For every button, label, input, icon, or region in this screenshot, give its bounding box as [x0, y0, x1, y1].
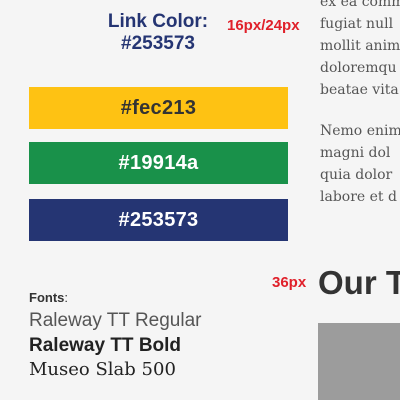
- body-line: Nemo enim: [320, 123, 400, 139]
- body-line: quia dolor: [320, 167, 393, 183]
- fonts-label: Fonts:: [29, 290, 68, 305]
- swatch-blue-label: #253573: [118, 208, 199, 231]
- body-line: labore et d: [320, 189, 397, 205]
- link-size-note: 16px/24px: [227, 17, 300, 34]
- link-color-value: #253573: [121, 33, 195, 54]
- fonts-label-text: Fonts: [29, 290, 65, 305]
- font-raleway-bold: Raleway TT Bold: [29, 335, 182, 356]
- body-line: ex ea comm: [320, 0, 400, 10]
- body-line: magni dol: [320, 145, 391, 161]
- image-placeholder: [318, 323, 400, 400]
- style-guide-page: Link Color: #253573 16px/24px #fec213 #1…: [0, 0, 400, 400]
- swatch-yellow: #fec213: [29, 87, 288, 129]
- font-museo-slab: Museo Slab 500: [29, 359, 176, 380]
- swatch-green-label: #19914a: [118, 151, 199, 174]
- body-paragraph-1: ex ea comm fugiat null mollit anim dolor…: [320, 0, 400, 101]
- body-line: fugiat null: [320, 16, 394, 32]
- link-color-label: Link Color:: [107, 11, 209, 32]
- heading-size-note: 36px: [272, 274, 307, 291]
- body-paragraph-2: Nemo enim magni dol quia dolor labore et…: [320, 120, 400, 208]
- body-line: beatae vita: [320, 82, 399, 98]
- font-raleway-regular: Raleway TT Regular: [29, 310, 202, 331]
- swatch-yellow-label: #fec213: [120, 96, 197, 119]
- section-heading: Our T: [318, 264, 400, 301]
- fonts-label-colon: :: [64, 290, 69, 305]
- body-line: doloremqu: [320, 60, 397, 76]
- link-color-heading: Link Color: #253573: [94, 11, 222, 55]
- swatch-green: #19914a: [29, 142, 288, 184]
- body-line: mollit anim: [320, 38, 400, 54]
- swatch-blue: #253573: [29, 199, 288, 241]
